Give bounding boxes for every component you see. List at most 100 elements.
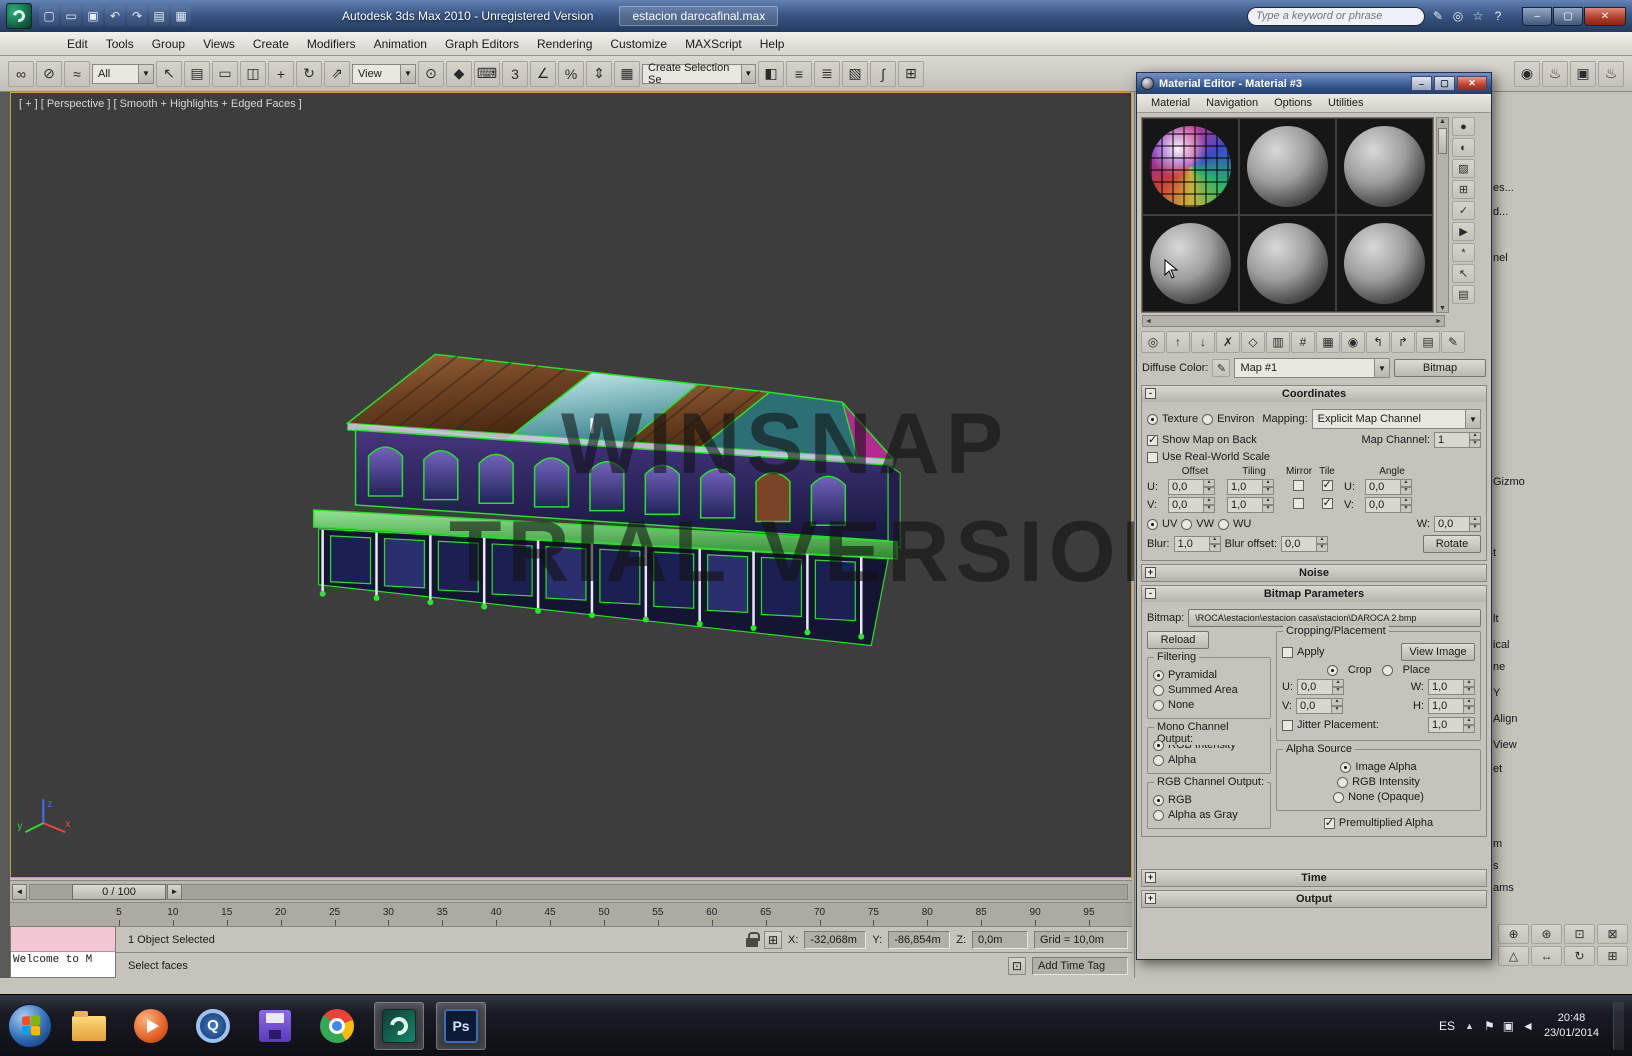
- command-panel-fragment[interactable]: t: [1493, 547, 1496, 559]
- menu-item-8[interactable]: Rendering: [528, 34, 601, 54]
- put-to-library-button[interactable]: ▥: [1266, 331, 1290, 353]
- command-panel-fragment[interactable]: Align: [1493, 713, 1517, 725]
- blur-offset-spinner[interactable]: 0,0▲▼: [1281, 536, 1328, 552]
- quick-open-file-icon[interactable]: ▭: [61, 6, 81, 26]
- viewport-label[interactable]: [ + ] [ Perspective ] [ Smooth + Highlig…: [19, 98, 302, 110]
- menu-item-6[interactable]: Animation: [365, 34, 436, 54]
- material-sample-slot-4[interactable]: [1142, 215, 1239, 312]
- previous-frame-button[interactable]: ◄: [12, 884, 27, 900]
- reload-button[interactable]: Reload: [1147, 631, 1209, 649]
- sample-type-button[interactable]: ●: [1452, 117, 1475, 136]
- snaps-toggle-button[interactable]: 3: [502, 61, 528, 87]
- quick-scene-explorer-icon[interactable]: ▤: [149, 6, 169, 26]
- crop-radio[interactable]: [1327, 665, 1338, 676]
- crop-w-spinner[interactable]: 1,0▲▼: [1428, 679, 1475, 695]
- summed-area-radio[interactable]: [1153, 685, 1164, 696]
- taskbar-icon-chrome[interactable]: [312, 1002, 362, 1050]
- named-selection-sets-combo[interactable]: Create Selection Se ▼: [642, 64, 756, 84]
- spinner-up-icon[interactable]: ▲: [1470, 432, 1481, 440]
- mini-listener-macro-line[interactable]: [11, 927, 115, 952]
- bitmap-parameters-header[interactable]: - Bitmap Parameters: [1142, 586, 1486, 602]
- me-menu-0[interactable]: Material: [1143, 95, 1198, 111]
- material-sample-slot-6[interactable]: [1336, 215, 1433, 312]
- material-map-navigator-button[interactable]: ▤: [1416, 331, 1440, 353]
- coordinates-rollout-header[interactable]: - Coordinates: [1142, 386, 1486, 402]
- uv-radio[interactable]: [1147, 519, 1158, 530]
- command-panel-fragment[interactable]: es...: [1493, 182, 1514, 194]
- menu-item-11[interactable]: Help: [751, 34, 794, 54]
- apply-checkbox[interactable]: [1282, 647, 1293, 658]
- chevron-down-icon[interactable]: ▼: [138, 65, 153, 83]
- taskbar-icon-explorer[interactable]: [64, 1002, 114, 1050]
- scroll-down-icon[interactable]: ▼: [1437, 305, 1448, 312]
- video-color-check-button[interactable]: ✓: [1452, 201, 1475, 220]
- reference-coordinate-combo[interactable]: View ▼: [352, 64, 416, 84]
- quick-manage-layers-icon[interactable]: ▦: [171, 6, 191, 26]
- mapping-combo[interactable]: Explicit Map Channel ▼: [1312, 409, 1481, 429]
- command-panel-fragment[interactable]: d...: [1493, 206, 1508, 218]
- time-rollout-header[interactable]: + Time: [1142, 870, 1486, 886]
- collapse-icon[interactable]: -: [1145, 388, 1156, 399]
- pick-material-from-object-button[interactable]: ✎: [1441, 331, 1465, 353]
- render-setup-button[interactable]: ♨: [1542, 61, 1568, 87]
- assign-material-to-selection-button[interactable]: ↓: [1191, 331, 1215, 353]
- command-panel-fragment[interactable]: Gizmo: [1493, 476, 1525, 488]
- material-editor-button[interactable]: ◉: [1514, 61, 1540, 87]
- premultiplied-alpha-checkbox[interactable]: [1324, 818, 1335, 829]
- time-slider-track[interactable]: 0 / 100 ►: [29, 884, 1128, 900]
- crop-v-spinner[interactable]: 0,0▲▼: [1296, 698, 1343, 714]
- spinner-snap-toggle-button[interactable]: ⇕: [586, 61, 612, 87]
- selection-lock-icon[interactable]: [746, 938, 758, 947]
- field-of-view-button[interactable]: △: [1498, 946, 1529, 966]
- menu-item-9[interactable]: Customize: [601, 34, 676, 54]
- u-tiling-spinner[interactable]: 1,0▲▼: [1227, 479, 1281, 495]
- chevron-down-icon[interactable]: ▼: [1374, 359, 1389, 377]
- chevron-down-icon[interactable]: ▼: [400, 65, 415, 83]
- taskbar-icon-media-player[interactable]: [126, 1002, 176, 1050]
- none-opaque-radio[interactable]: [1333, 792, 1344, 803]
- command-panel-fragment[interactable]: Y: [1493, 687, 1500, 699]
- volume-icon[interactable]: ◄: [1522, 1019, 1534, 1033]
- place-radio[interactable]: [1382, 665, 1393, 676]
- time-tag-icon[interactable]: ⊡: [1008, 957, 1026, 975]
- u-offset-spinner[interactable]: 0,0▲▼: [1168, 479, 1222, 495]
- maximize-button[interactable]: ▢: [1553, 7, 1583, 26]
- menu-item-0[interactable]: Edit: [58, 34, 97, 54]
- v-tile-checkbox[interactable]: [1322, 498, 1333, 509]
- zoom-extents-button[interactable]: ⊡: [1564, 924, 1595, 944]
- percent-snap-toggle-button[interactable]: %: [558, 61, 584, 87]
- scroll-up-icon[interactable]: ▲: [1437, 118, 1448, 125]
- action-center-flag[interactable]: ⚑: [1484, 1019, 1495, 1033]
- v-angle-spinner[interactable]: 0,0▲▼: [1365, 497, 1419, 513]
- select-and-link-button[interactable]: ∞: [8, 61, 34, 87]
- pan-button[interactable]: ↔: [1531, 946, 1562, 966]
- show-map-in-viewport-button[interactable]: ▦: [1316, 331, 1340, 353]
- menu-item-1[interactable]: Tools: [97, 34, 143, 54]
- get-material-button[interactable]: ◎: [1141, 331, 1165, 353]
- bind-to-space-warp-button[interactable]: ≈: [64, 61, 90, 87]
- start-button[interactable]: [8, 1004, 52, 1048]
- search-input[interactable]: [1256, 10, 1416, 22]
- command-panel-fragment[interactable]: ical: [1493, 639, 1510, 651]
- quick-undo-icon[interactable]: ↶: [105, 6, 125, 26]
- command-panel-fragment[interactable]: m: [1493, 838, 1502, 850]
- taskbar-icon-3dsmax[interactable]: [374, 1002, 424, 1050]
- material-sample-slot-2[interactable]: [1239, 118, 1336, 215]
- material-editor-titlebar[interactable]: Material Editor - Material #3 – ▢ ✕: [1137, 73, 1491, 94]
- crop-u-spinner[interactable]: 0,0▲▼: [1297, 679, 1344, 695]
- select-object-button[interactable]: ↖: [156, 61, 182, 87]
- quick-redo-icon[interactable]: ↷: [127, 6, 147, 26]
- curve-editor-button[interactable]: ∫: [870, 61, 896, 87]
- u-angle-spinner[interactable]: 0,0▲▼: [1365, 479, 1419, 495]
- me-menu-1[interactable]: Navigation: [1198, 95, 1266, 111]
- view-image-button[interactable]: View Image: [1401, 643, 1475, 661]
- select-and-rotate-button[interactable]: ↻: [296, 61, 322, 87]
- sample-slots-hscrollbar[interactable]: ◄ ►: [1142, 315, 1445, 327]
- angle-snap-toggle-button[interactable]: ∠: [530, 61, 556, 87]
- perspective-viewport[interactable]: z x y [ + ] [ Perspective ] [ Smooth + H…: [10, 92, 1132, 878]
- schematic-view-button[interactable]: ⊞: [898, 61, 924, 87]
- favorites-star-icon[interactable]: ☆: [1469, 7, 1487, 25]
- filtering-none-radio[interactable]: [1153, 700, 1164, 711]
- language-indicator[interactable]: ES: [1439, 1019, 1455, 1033]
- quick-save-file-icon[interactable]: ▣: [83, 6, 103, 26]
